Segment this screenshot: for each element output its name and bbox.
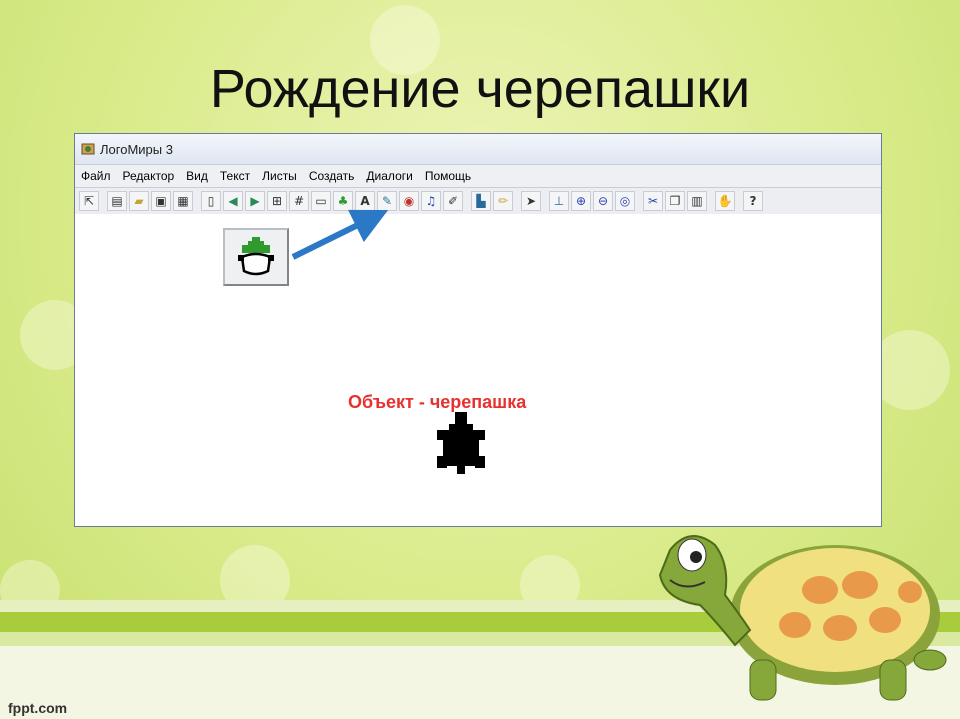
- text-box-icon[interactable]: A: [355, 191, 375, 211]
- toolbar: ⇱ ▤ ▰ ▣ ▦ ▯ ◀ ▶ ⊞ # ▭ ♣ A ✎ ◉ ♫ ✐ ▙ ✏ ➤ …: [75, 187, 881, 215]
- menu-help[interactable]: Помощь: [425, 169, 471, 183]
- grid-small-icon[interactable]: ⊞: [267, 191, 287, 211]
- new-page-icon[interactable]: ▯: [201, 191, 221, 211]
- music-note-icon[interactable]: ♫: [421, 191, 441, 211]
- brush-icon[interactable]: ✐: [443, 191, 463, 211]
- grid-icon[interactable]: #: [289, 191, 309, 211]
- zoom-in-icon[interactable]: ⊕: [571, 191, 591, 211]
- eye-icon[interactable]: ◎: [615, 191, 635, 211]
- save-icon[interactable]: ▣: [151, 191, 171, 211]
- menu-create[interactable]: Создать: [309, 169, 355, 183]
- new-turtle-button-enlarged[interactable]: [223, 228, 289, 286]
- menu-bar: Файл Редактор Вид Текст Листы Создать Ди…: [75, 164, 881, 187]
- menu-pages[interactable]: Листы: [262, 169, 297, 183]
- help-icon[interactable]: ?: [743, 191, 763, 211]
- print-icon[interactable]: ▦: [173, 191, 193, 211]
- work-canvas[interactable]: Объект - черепашка: [75, 214, 881, 526]
- menu-view[interactable]: Вид: [186, 169, 208, 183]
- turtle-sprite-icon[interactable]: [432, 412, 490, 478]
- copy-icon[interactable]: ❐: [665, 191, 685, 211]
- menu-text[interactable]: Текст: [220, 169, 250, 183]
- menu-editor[interactable]: Редактор: [123, 169, 175, 183]
- paste-icon[interactable]: ▥: [687, 191, 707, 211]
- bg-bubble: [870, 330, 950, 410]
- select-arrow-icon[interactable]: ➤: [521, 191, 541, 211]
- pen-icon[interactable]: ✎: [377, 191, 397, 211]
- turtle-object-caption: Объект - черепашка: [348, 392, 527, 412]
- paint-icon[interactable]: ✏: [493, 191, 513, 211]
- window-titlebar: ЛогоМиры 3: [75, 134, 881, 164]
- app-icon: [81, 143, 95, 155]
- stop-icon[interactable]: ✋: [715, 191, 735, 211]
- open-folder-icon[interactable]: ▰: [129, 191, 149, 211]
- menu-file[interactable]: Файл: [81, 169, 111, 183]
- footer-brand: fppt.com: [8, 700, 68, 716]
- logomiry-window: ЛогоМиры 3 Файл Редактор Вид Текст Листы…: [74, 133, 882, 527]
- stamp2-icon[interactable]: ⊥: [549, 191, 569, 211]
- menu-dialogs[interactable]: Диалоги: [366, 169, 412, 183]
- rectangle-icon[interactable]: ▭: [311, 191, 331, 211]
- turtle-hatch-icon: [238, 237, 274, 276]
- slide-title: Рождение черепашки: [209, 59, 751, 119]
- page-icon[interactable]: ▤: [107, 191, 127, 211]
- stamp-icon[interactable]: ▙: [471, 191, 491, 211]
- window-title: ЛогоМиры 3: [100, 141, 173, 157]
- pointer-tool-icon[interactable]: ⇱: [79, 191, 99, 211]
- back-arrow-icon[interactable]: ◀: [223, 191, 243, 211]
- eye-record-icon[interactable]: ◉: [399, 191, 419, 211]
- new-turtle-icon[interactable]: ♣: [333, 191, 353, 211]
- scissors-icon[interactable]: ✂: [643, 191, 663, 211]
- cartoon-turtle-mascot: [658, 535, 947, 701]
- zoom-out-icon[interactable]: ⊖: [593, 191, 613, 211]
- forward-arrow-icon[interactable]: ▶: [245, 191, 265, 211]
